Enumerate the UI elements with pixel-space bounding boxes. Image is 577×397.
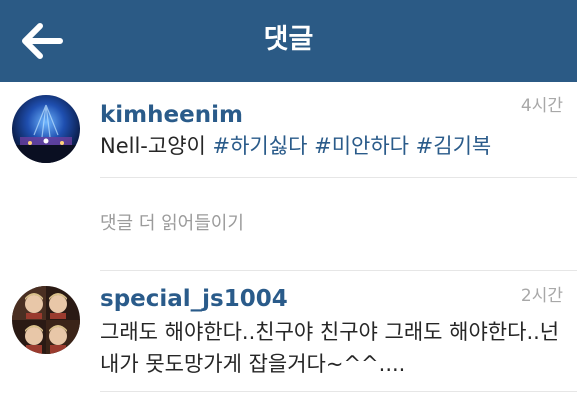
comment-item: kimheenim 4시간 Nell-고양이 #하기싫다 #미안하다 #김기복 [0, 82, 577, 178]
comment-timestamp: 2시간 [520, 286, 563, 306]
comment-item: special_js1004 2시간 그래도 해야한다..친구야 친구야 그래도… [0, 271, 577, 391]
divider [100, 391, 577, 392]
load-more-comments-button[interactable]: 댓글 더 읽어들이기 [100, 212, 244, 236]
page-title: 댓글 [263, 24, 314, 55]
avatar[interactable] [12, 95, 80, 163]
comment-timestamp: 4시간 [520, 96, 563, 116]
comment-username[interactable]: special_js1004 [100, 285, 288, 313]
hashtag-link[interactable]: #미안하다 [314, 134, 409, 158]
comment-username[interactable]: kimheenim [100, 101, 243, 129]
comment-text: 그래도 해야한다..친구야 친구야 그래도 해야한다..넌 내가 못도망가게 잡… [100, 320, 560, 376]
hashtag-link[interactable]: #김기복 [416, 134, 492, 158]
comment-text: Nell-고양이 #하기싫다 #미안하다 #김기복 [100, 130, 562, 162]
top-nav-bar: 댓글 [0, 0, 577, 82]
avatar[interactable] [12, 286, 80, 354]
comment-text-prefix: Nell-고양이 [100, 134, 213, 158]
hashtag-link[interactable]: #하기싫다 [213, 134, 308, 158]
divider [100, 177, 577, 178]
concert-photo-image [12, 95, 80, 163]
profile-photo-image [12, 286, 80, 354]
